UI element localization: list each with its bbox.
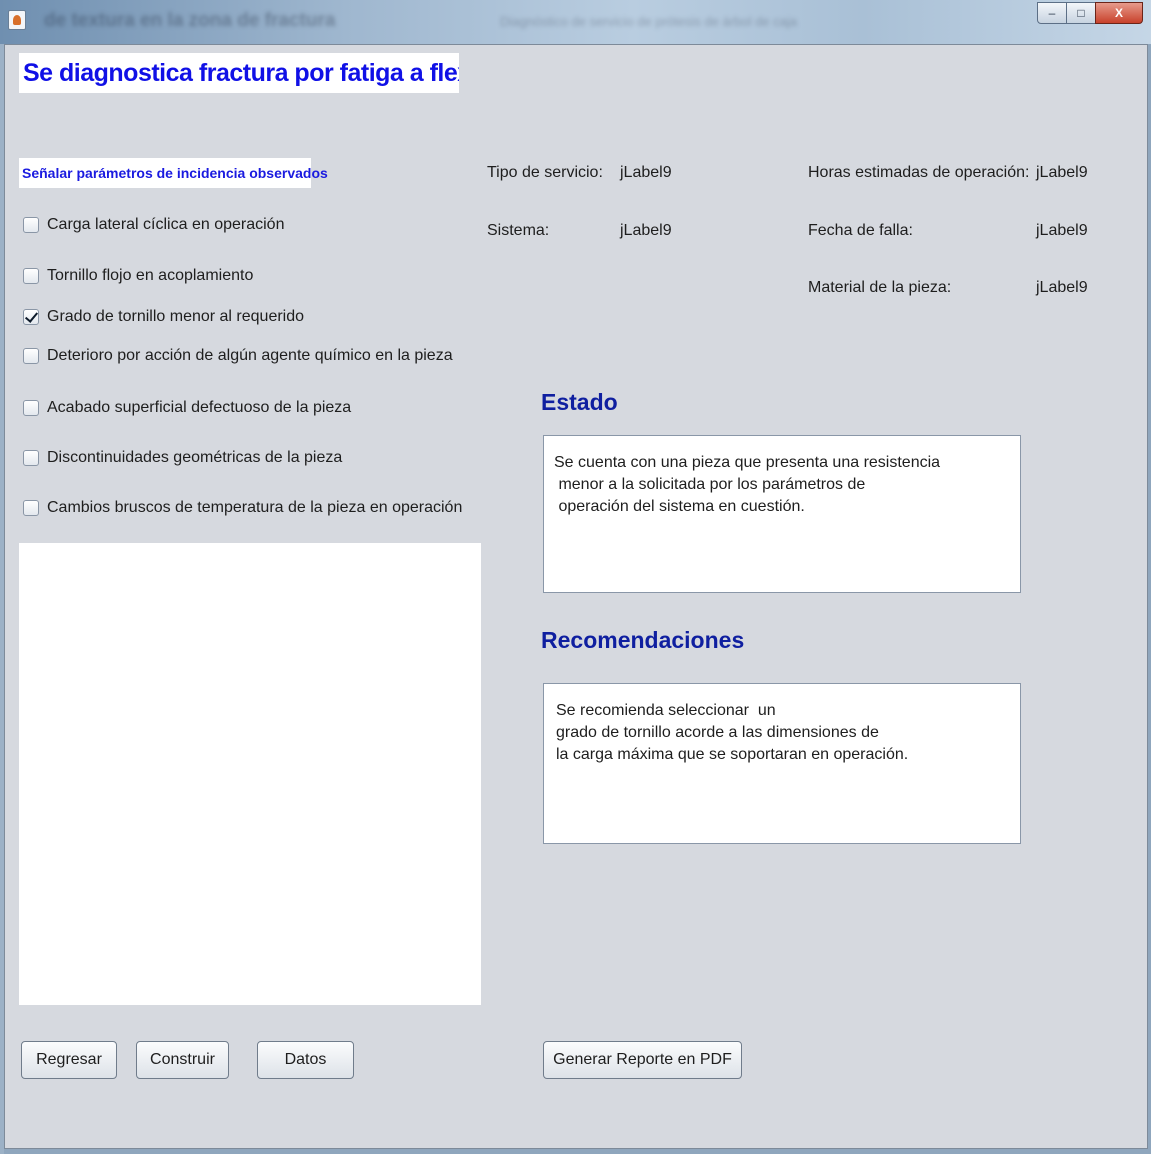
checkbox-cambios-temperatura[interactable]: Cambios bruscos de temperatura de la pie… [23, 495, 462, 521]
sistema-value: jLabel9 [620, 222, 672, 239]
checkbox-icon[interactable] [23, 348, 39, 364]
recomendaciones-textbox: Se recomienda seleccionar un grado de to… [543, 683, 1021, 844]
recomendaciones-line: Se recomienda seleccionar un [556, 702, 776, 719]
checkbox-label: Cambios bruscos de temperatura de la pie… [47, 499, 463, 516]
checkbox-icon[interactable] [23, 400, 39, 416]
checkbox-grado-tornillo[interactable]: Grado de tornillo menor al requerido [23, 304, 304, 330]
checkbox-label: Grado de tornillo menor al requerido [47, 308, 305, 325]
checkbox-label: Acabado superficial defectuoso de la pie… [47, 399, 352, 416]
checkbox-icon[interactable] [23, 450, 39, 466]
horas-value: jLabel9 [1036, 164, 1088, 181]
tipo-servicio-label: Tipo de servicio: [487, 164, 603, 181]
parameters-label: Señalar parámetros de incidencia observa… [19, 158, 328, 188]
fecha-value: jLabel9 [1036, 222, 1088, 239]
checkbox-acabado-superficial[interactable]: Acabado superficial defectuoso de la pie… [23, 395, 351, 421]
window-subtitle: Diagnóstico de servicio de prótesis de á… [500, 14, 798, 29]
window-controls: – □ X [1037, 2, 1143, 24]
checkbox-carga-lateral[interactable]: Carga lateral cíclica en operación [23, 212, 284, 238]
estado-textbox: Se cuenta con una pieza que presenta una… [543, 435, 1021, 593]
checkbox-discontinuidades[interactable]: Discontinuidades geométricas de la pieza [23, 445, 342, 471]
horas-label: Horas estimadas de operación: [808, 164, 1030, 181]
estado-line: menor a la solicitada por los parámetros… [554, 476, 866, 493]
maximize-icon: □ [1077, 6, 1085, 20]
estado-line: operación del sistema en cuestión. [554, 498, 805, 515]
construir-button[interactable]: Construir [136, 1041, 229, 1079]
checkbox-deterioro-quimico[interactable]: Deterioro por acción de algún agente quí… [23, 343, 453, 369]
diagnosis-title: Se diagnostica fractura por fatiga a fle… [19, 53, 459, 93]
generar-pdf-button[interactable]: Generar Reporte en PDF [543, 1041, 742, 1079]
checkbox-label: Tornillo flojo en acoplamiento [47, 267, 254, 284]
recomendaciones-line: grado de tornillo acorde a las dimension… [556, 724, 879, 741]
datos-button[interactable]: Datos [257, 1041, 354, 1079]
checkbox-tornillo-flojo[interactable]: Tornillo flojo en acoplamiento [23, 263, 253, 289]
minimize-icon: – [1048, 6, 1056, 20]
java-app-icon [8, 10, 26, 30]
application-window: de textura en la zona de fractura Diagnó… [0, 0, 1151, 1154]
image-panel [19, 543, 481, 1005]
recomendaciones-line: la carga máxima que se soportaran en ope… [556, 746, 909, 763]
checkbox-icon[interactable] [23, 500, 39, 516]
checkbox-checked-icon[interactable] [23, 309, 39, 325]
close-button[interactable]: X [1095, 2, 1143, 24]
estado-heading: Estado [541, 389, 618, 415]
sistema-label: Sistema: [487, 222, 550, 239]
checkbox-label: Deterioro por acción de algún agente quí… [47, 347, 453, 364]
estado-line: Se cuenta con una pieza que presenta una… [554, 454, 941, 471]
fecha-label: Fecha de falla: [808, 222, 913, 239]
tipo-servicio-value: jLabel9 [620, 164, 672, 181]
minimize-button[interactable]: – [1037, 2, 1067, 24]
title-bar[interactable]: de textura en la zona de fractura Diagnó… [0, 0, 1151, 44]
material-value: jLabel9 [1036, 279, 1088, 296]
checkbox-icon[interactable] [23, 268, 39, 284]
recomendaciones-heading: Recomendaciones [541, 627, 745, 653]
checkbox-icon[interactable] [23, 217, 39, 233]
material-label: Material de la pieza: [808, 279, 952, 296]
maximize-button[interactable]: □ [1066, 2, 1096, 24]
checkbox-label: Discontinuidades geométricas de la pieza [47, 449, 343, 466]
close-icon: X [1114, 6, 1123, 20]
window-title: de textura en la zona de fractura [44, 10, 336, 31]
checkbox-label: Carga lateral cíclica en operación [47, 216, 285, 233]
main-content: Se diagnostica fractura por fatiga a fle… [4, 44, 1148, 1149]
regresar-button[interactable]: Regresar [21, 1041, 117, 1079]
